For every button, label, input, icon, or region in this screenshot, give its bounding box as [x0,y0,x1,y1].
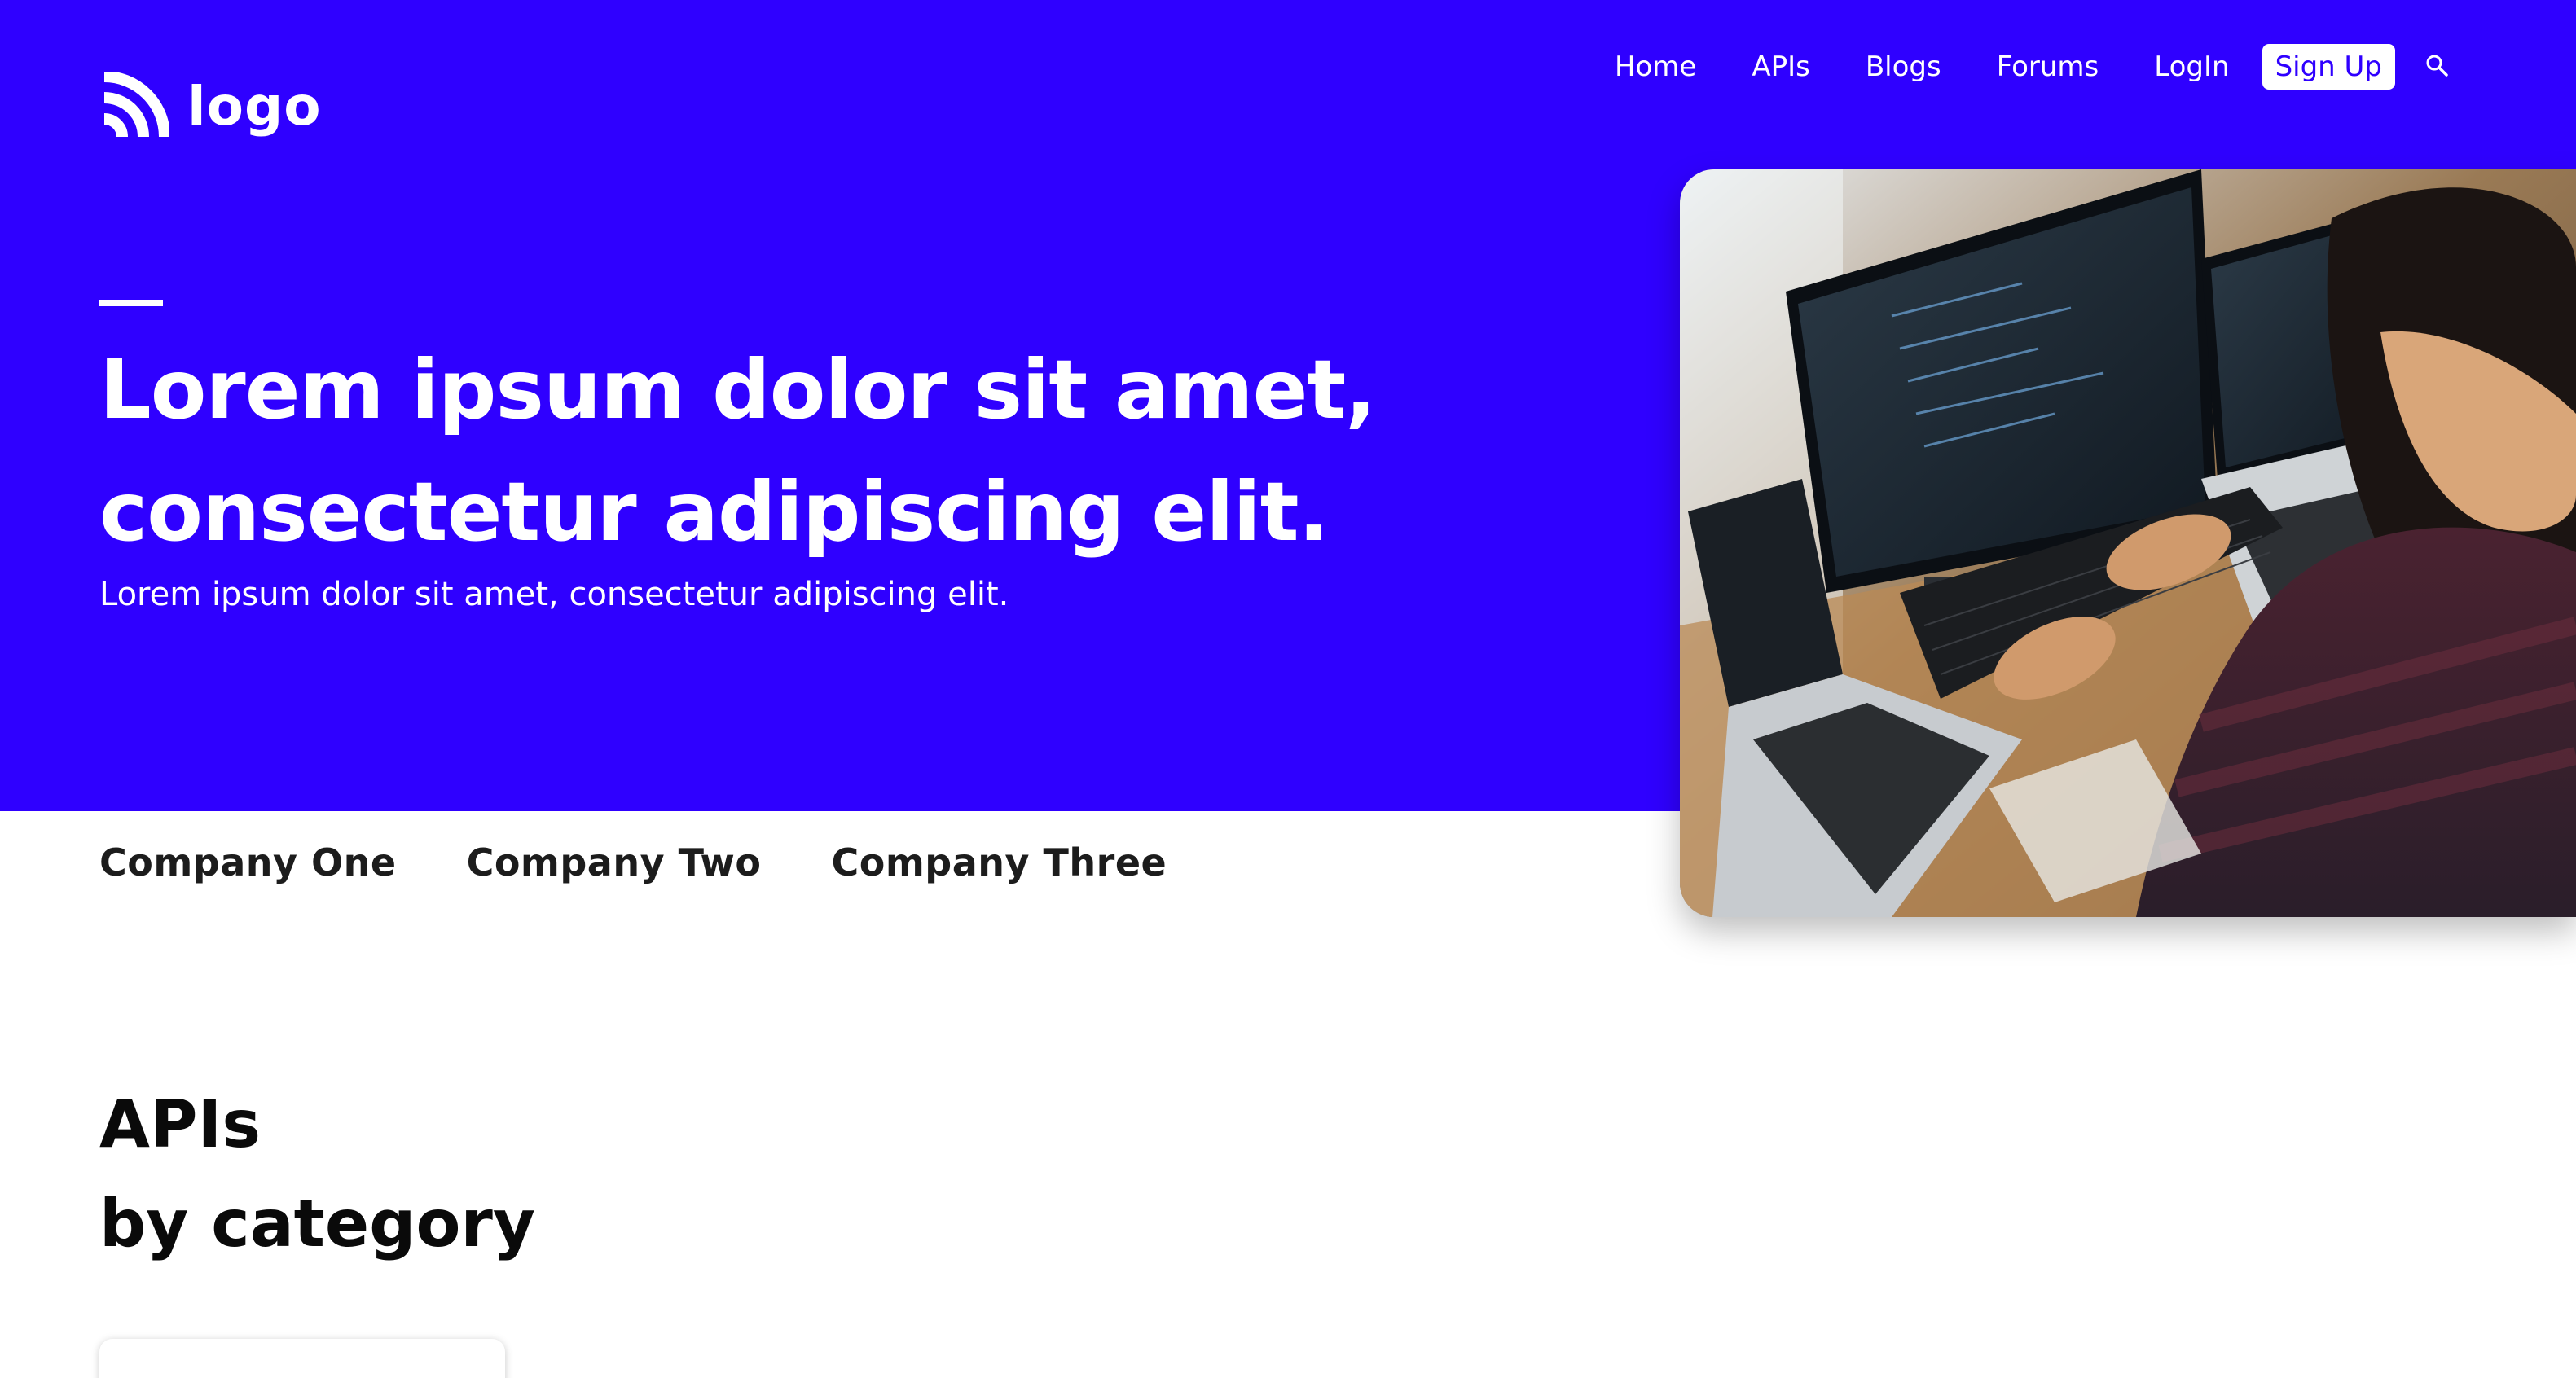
page: logo Home APIs Blogs Forums LogIn Sign U… [0,0,2576,1378]
hero-subtitle: Lorem ipsum dolor sit amet, consectetur … [99,576,1009,613]
company-logo-one: Company One [99,840,397,884]
search-icon[interactable] [2424,53,2449,77]
top-nav: Home APIs Blogs Forums LogIn Sign Up [1615,44,2449,90]
company-list: Company One Company Two Company Three [99,836,1167,889]
nav-login[interactable]: LogIn [2154,44,2229,90]
company-logo-three: Company Three [831,840,1167,884]
category-card[interactable] [99,1339,505,1378]
nav-home[interactable]: Home [1615,44,1696,90]
hero-photo [1680,169,2576,917]
logo-icon [103,72,169,138]
hero-headline-line1: Lorem ipsum dolor sit amet, [99,342,1376,437]
headline-accent-dash [99,300,163,306]
apis-heading-line2: by category [99,1186,535,1262]
logo[interactable]: logo [99,72,322,142]
logo-text: logo [187,75,322,138]
nav-blogs[interactable]: Blogs [1866,44,1941,90]
company-logo-two: Company Two [466,840,762,884]
apis-heading-line1: APIs [99,1086,261,1162]
hero-headline-line2: consectetur adipiscing elit. [99,464,1330,560]
apis-by-category-heading: APIs by category [99,1075,535,1274]
nav-apis[interactable]: APIs [1752,44,1810,90]
hero-headline: Lorem ipsum dolor sit amet, consectetur … [99,329,1484,573]
signup-button[interactable]: Sign Up [2262,44,2395,90]
nav-forums[interactable]: Forums [1997,44,2099,90]
